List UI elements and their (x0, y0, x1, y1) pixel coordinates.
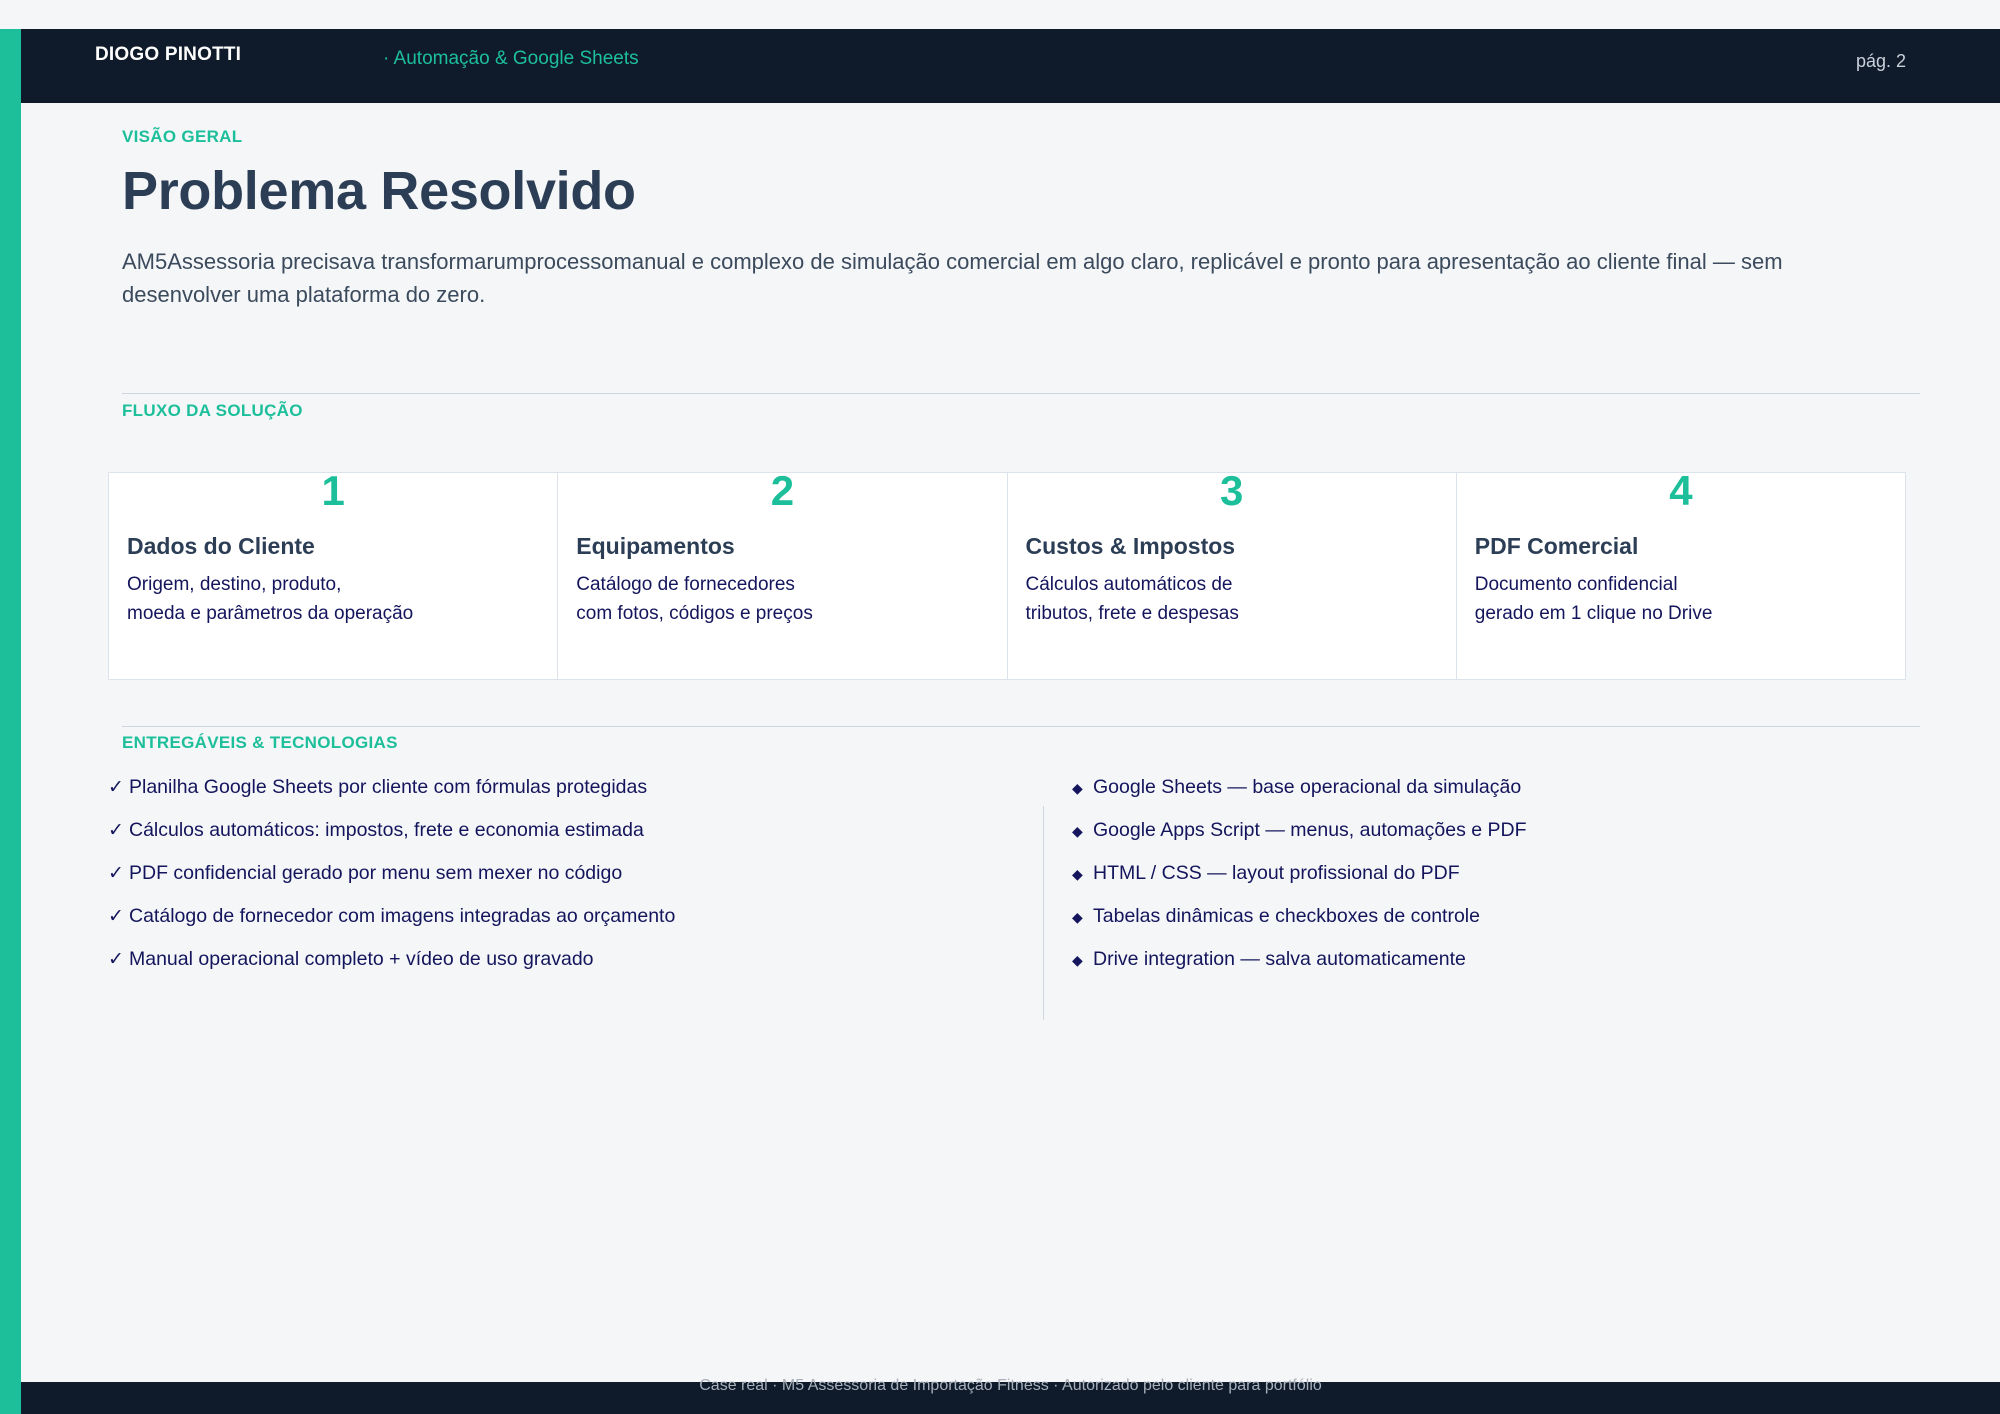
footer-text: Case real · M5 Assessoria de Importação … (699, 1377, 1322, 1394)
list-item: ✓ Planilha Google Sheets por cliente com… (108, 776, 1008, 819)
technology-text: Google Apps Script — menus, automações e… (1093, 819, 1527, 841)
column-divider (1043, 806, 1044, 1020)
diamond-bullet-icon: ◆ (1072, 952, 1083, 968)
divider (122, 726, 1920, 727)
page-footer: Case real · M5 Assessoria de Importação … (21, 1377, 2000, 1414)
section-label-deliverables: ENTREGÁVEIS & TECNOLOGIAS (122, 733, 398, 752)
section-label-flow: FLUXO DA SOLUÇÃO (122, 401, 303, 420)
list-item: ◆ Drive integration — salva automaticame… (1072, 948, 1922, 991)
technologies-list: ◆ Google Sheets — base operacional da si… (1072, 776, 1922, 991)
author-name: DIOGO PINOTTI (95, 44, 242, 65)
list-item: ✓ Catálogo de fornecedor com imagens int… (108, 905, 1008, 948)
list-item: ◆ Google Apps Script — menus, automações… (1072, 819, 1922, 862)
step-description: Documento confidencial gerado em 1 cliqu… (1474, 574, 1713, 624)
technology-text: Drive integration — salva automaticament… (1093, 948, 1466, 970)
page-title: Problema Resolvido (122, 161, 636, 221)
solution-flow: 1 Dados do Cliente Origem, destino, prod… (108, 467, 1906, 680)
deliverable-text: Catálogo de fornecedor com imagens integ… (129, 905, 676, 927)
deliverables-list: ✓ Planilha Google Sheets por cliente com… (108, 776, 1008, 991)
header-subtitle: · Automação & Google Sheets (383, 48, 639, 69)
diamond-bullet-icon: ◆ (1072, 866, 1083, 882)
step-description: Cálculos automáticos de tributos, frete … (1025, 574, 1239, 624)
flow-step-4: 4 PDF Comercial Documento confidencial g… (1457, 467, 1905, 679)
accent-side-bar (0, 29, 21, 1414)
technology-text: Google Sheets — base operacional da simu… (1093, 776, 1522, 798)
step-number: 3 (1219, 467, 1244, 514)
check-icon: ✓ (108, 863, 124, 884)
diamond-bullet-icon: ◆ (1072, 909, 1083, 925)
flow-step-1: 1 Dados do Cliente Origem, destino, prod… (109, 467, 559, 679)
check-icon: ✓ (108, 906, 124, 927)
list-item: ✓ Cálculos automáticos: impostos, frete … (108, 819, 1008, 862)
diamond-bullet-icon: ◆ (1072, 780, 1083, 796)
list-item: ✓ Manual operacional completo + vídeo de… (108, 948, 1008, 991)
deliverable-text: Cálculos automáticos: impostos, frete e … (129, 819, 644, 841)
section-label-overview: VISÃO GERAL (122, 127, 243, 146)
flow-step-3: 3 Custos & Impostos Cálculos automáticos… (1008, 467, 1457, 679)
step-title: Equipamentos (576, 533, 735, 559)
step-title: PDF Comercial (1474, 533, 1639, 559)
list-item: ◆ HTML / CSS — layout profissional do PD… (1072, 862, 1922, 905)
deliverable-text: Planilha Google Sheets por cliente com f… (129, 776, 648, 798)
intro-paragraph: AM5Assessoria precisava transformarumpro… (122, 249, 1783, 307)
flow-step-2: 2 Equipamentos Catálogo de fornecedores … (558, 467, 1008, 679)
divider (122, 393, 1920, 394)
step-title: Dados do Cliente (127, 533, 315, 559)
step-title: Custos & Impostos (1025, 533, 1236, 559)
list-item: ✓ PDF confidencial gerado por menu sem m… (108, 862, 1008, 905)
list-item: ◆ Google Sheets — base operacional da si… (1072, 776, 1922, 819)
step-number: 1 (321, 467, 345, 514)
step-description: Origem, destino, produto, moeda e parâme… (127, 574, 414, 624)
step-description: Catálogo de fornecedores com fotos, códi… (576, 574, 813, 624)
check-icon: ✓ (108, 820, 124, 841)
deliverable-text: PDF confidencial gerado por menu sem mex… (129, 862, 623, 884)
page-header: DIOGO PINOTTI · Automação & Google Sheet… (21, 29, 2000, 103)
page-number: pág. 2 (1855, 51, 1906, 71)
technology-text: HTML / CSS — layout profissional do PDF (1093, 862, 1460, 884)
step-number: 4 (1669, 467, 1693, 514)
check-icon: ✓ (108, 949, 124, 970)
deliverable-text: Manual operacional completo + vídeo de u… (129, 948, 594, 970)
check-icon: ✓ (108, 777, 124, 798)
step-number: 2 (770, 467, 795, 514)
technology-text: Tabelas dinâmicas e checkboxes de contro… (1093, 905, 1480, 927)
list-item: ◆ Tabelas dinâmicas e checkboxes de cont… (1072, 905, 1922, 948)
diamond-bullet-icon: ◆ (1072, 823, 1083, 839)
